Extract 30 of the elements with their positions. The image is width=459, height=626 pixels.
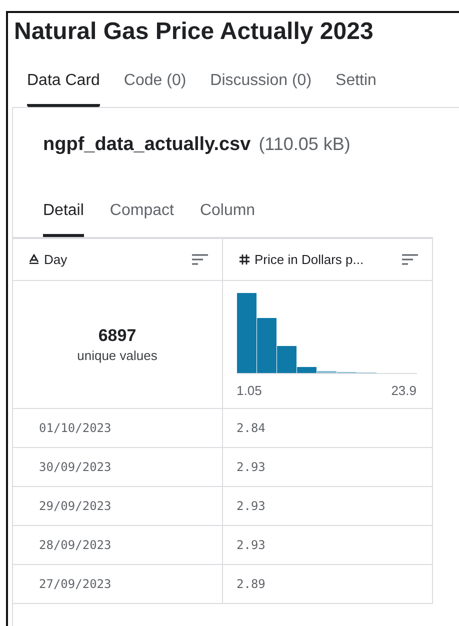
column-label: Price in Dollars p... xyxy=(254,252,364,267)
page-title: Natural Gas Price Actually 2023 xyxy=(14,18,374,46)
unique-count: 6897 xyxy=(98,326,136,346)
axis-min-label: 1.05 xyxy=(236,383,262,398)
text-type-icon xyxy=(29,254,39,264)
view-tab[interactable]: Compact xyxy=(110,202,174,237)
axis-max-label: 23.9 xyxy=(391,383,416,398)
tab[interactable]: Data Card xyxy=(27,72,100,107)
file-name: ngpf_data_actually.csv xyxy=(43,134,251,156)
view-tab[interactable]: Column xyxy=(200,202,256,237)
table-cell-text: 30/09/2023 xyxy=(38,460,112,474)
table-cell-text: 01/10/2023 xyxy=(38,420,112,434)
file-size: (110.05 kB) xyxy=(258,134,350,155)
table-cell-text: 27/09/2023 xyxy=(38,576,112,590)
table-cell-text: 2.89 xyxy=(236,576,266,590)
table-cell-text: 2.93 xyxy=(236,460,266,474)
table-cell-text: 2.84 xyxy=(236,420,266,434)
table-cell-text: 29/09/2023 xyxy=(38,498,112,512)
table-cell-text: 28/09/2023 xyxy=(38,538,112,552)
tab[interactable]: Discussion (0) xyxy=(210,72,312,107)
table-cell-text: 2.93 xyxy=(236,498,266,512)
tab[interactable]: Code (0) xyxy=(124,72,186,107)
sort-icon[interactable] xyxy=(192,254,208,265)
tab[interactable]: Settin xyxy=(336,72,376,107)
column-label: Day xyxy=(44,252,68,267)
view-tab[interactable]: Detail xyxy=(43,202,84,237)
hash-icon xyxy=(238,254,250,265)
unique-caption: unique values xyxy=(77,348,158,362)
sort-icon[interactable] xyxy=(402,254,418,265)
table-cell-text: 2.93 xyxy=(236,538,266,552)
